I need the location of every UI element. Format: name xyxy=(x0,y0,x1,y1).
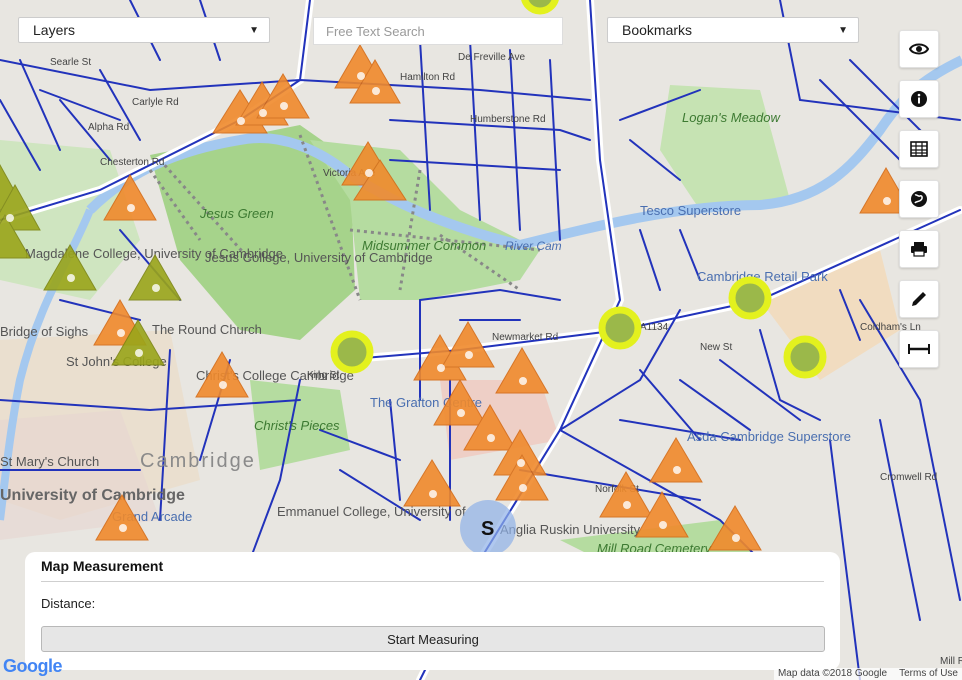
info-button[interactable] xyxy=(899,80,939,118)
draw-button[interactable] xyxy=(899,280,939,318)
basemap-button[interactable] xyxy=(899,180,939,218)
chevron-down-icon: ▼ xyxy=(838,24,848,36)
pencil-icon xyxy=(912,292,926,306)
bookmarks-dropdown[interactable]: Bookmarks ▼ xyxy=(607,17,859,43)
attribution-text: Map data ©2018 Google xyxy=(777,668,888,679)
label-anglia-ruskin: Anglia Ruskin University xyxy=(500,522,641,537)
label-st-marys-church: St Mary's Church xyxy=(0,454,99,469)
table-button[interactable] xyxy=(899,130,939,168)
street-carlyle: Carlyle Rd xyxy=(132,97,179,108)
street-hamilton: Hamilton Rd xyxy=(400,72,455,83)
eye-icon xyxy=(909,43,929,55)
bookmarks-dropdown-label: Bookmarks xyxy=(622,22,693,38)
street-humberstone: Humberstone Rd xyxy=(470,114,546,125)
distance-label: Distance: xyxy=(41,596,96,611)
chevron-down-icon: ▼ xyxy=(249,24,259,36)
start-measuring-button[interactable]: Start Measuring xyxy=(41,626,825,652)
cluster-marker-letter: S xyxy=(481,518,494,540)
measurement-panel: Map Measurement Distance: Start Measurin… xyxy=(25,552,840,670)
street-new: New St xyxy=(700,342,732,353)
street-newmarket: Newmarket Rd xyxy=(492,332,558,343)
street-a1134: A1134 xyxy=(640,322,669,333)
street-chesterton: Chesterton Rd xyxy=(100,157,164,168)
street-mill: Mill Rd xyxy=(940,656,962,667)
street-de-freville: De Freville Ave xyxy=(458,52,526,63)
layers-dropdown[interactable]: Layers ▼ xyxy=(18,17,270,43)
print-icon xyxy=(911,242,927,257)
print-button[interactable] xyxy=(899,230,939,268)
cluster-marker[interactable]: S xyxy=(460,500,516,556)
layers-dropdown-label: Layers xyxy=(33,22,76,38)
map-attribution: Map data ©2018 Google Terms of Use xyxy=(773,668,962,680)
info-icon xyxy=(911,91,927,107)
label-river-cam: River Cam xyxy=(505,239,562,253)
label-jesus-green: Jesus Green xyxy=(199,206,274,221)
street-cromwell: Cromwell Rd xyxy=(880,472,937,483)
map-toolbar xyxy=(899,30,939,380)
label-logans-meadow: Logan's Meadow xyxy=(682,110,781,125)
measure-button[interactable] xyxy=(899,330,939,368)
google-logo: Google xyxy=(3,656,63,676)
label-round-church: The Round Church xyxy=(152,322,262,337)
search-input[interactable] xyxy=(313,17,563,45)
measurement-title: Map Measurement xyxy=(41,558,824,582)
label-bridge-of-sighs: Bridge of Sighs xyxy=(0,324,89,339)
visibility-button[interactable] xyxy=(899,30,939,68)
label-asda: Asda Cambridge Superstore xyxy=(687,429,851,444)
street-king: King St xyxy=(307,370,339,381)
street-alpha: Alpha Rd xyxy=(88,122,129,133)
measure-icon xyxy=(908,344,930,354)
globe-icon xyxy=(911,191,927,207)
label-tesco: Tesco Superstore xyxy=(640,203,741,218)
label-cambridge-city: Cambridge xyxy=(140,450,256,472)
label-christs-pieces: Christ's Pieces xyxy=(254,418,340,433)
label-university: University of Cambridge xyxy=(0,487,185,504)
street-searle: Searle St xyxy=(50,57,91,68)
table-icon xyxy=(910,141,928,157)
terms-of-use-link[interactable]: Terms of Use xyxy=(899,668,958,680)
